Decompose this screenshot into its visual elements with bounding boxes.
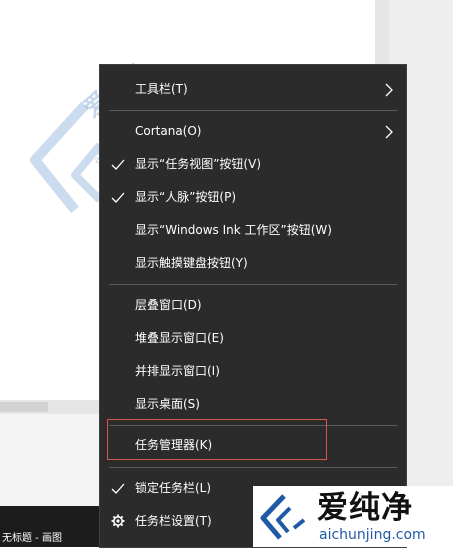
taskbar-window-button[interactable]: 无标题 - 画图 (0, 530, 64, 547)
menu-item-label: 显示桌面(S) (135, 397, 200, 411)
menu-item-side-by-side-windows[interactable]: 并排显示窗口(I) (100, 355, 406, 388)
menu-item-label: Cortana(O) (135, 124, 202, 138)
chevron-right-icon (385, 125, 393, 139)
menu-item-label: 层叠窗口(D) (135, 298, 202, 312)
watermark-badge-url: aichunjing.com (319, 527, 426, 543)
menu-item-label: 锁定任务栏(L) (135, 481, 212, 495)
menu-separator (109, 467, 397, 468)
menu-item-show-task-view[interactable]: 显示“任务视图”按钮(V) (100, 148, 406, 181)
checkmark-icon (111, 483, 125, 494)
menu-item-show-windows-ink[interactable]: 显示“Windows Ink 工作区”按钮(W) (100, 214, 406, 247)
menu-item-label: 工具栏(T) (135, 82, 188, 96)
menu-item-show-touch-keyboard[interactable]: 显示触摸键盘按钮(Y) (100, 247, 406, 280)
watermark-badge-title: 爱纯净 (317, 490, 413, 526)
watermark-badge: 爱纯净 aichunjing.com (253, 486, 453, 547)
menu-item-show-desktop[interactable]: 显示桌面(S) (100, 388, 406, 421)
menu-item-label: 显示触摸键盘按钮(Y) (135, 256, 248, 270)
menu-item-label: 并排显示窗口(I) (135, 364, 220, 378)
chevron-right-icon (385, 83, 393, 97)
checkmark-icon (111, 192, 125, 203)
menu-item-label: 显示“人脉”按钮(P) (135, 190, 237, 204)
menu-item-show-people[interactable]: 显示“人脉”按钮(P) (100, 181, 406, 214)
gear-icon (111, 514, 125, 528)
menu-item-label: 堆叠显示窗口(E) (135, 331, 224, 345)
highlight-annotation-box (107, 419, 327, 460)
menu-item-label: 显示“任务视图”按钮(V) (135, 157, 262, 171)
menu-separator (109, 284, 397, 285)
menu-separator (109, 110, 397, 111)
menu-item-cascade-windows[interactable]: 层叠窗口(D) (100, 289, 406, 322)
horizontal-scrollbar-thumb[interactable] (0, 402, 48, 412)
menu-item-toolbars[interactable]: 工具栏(T) (100, 73, 406, 106)
menu-item-label: 显示“Windows Ink 工作区”按钮(W) (135, 223, 332, 237)
menu-item-cortana[interactable]: Cortana(O) (100, 115, 406, 148)
taskbar-context-menu: 工具栏(T) Cortana(O) 显示“任务视图”按钮(V) 显示“人脉”按钮… (99, 64, 407, 548)
checkmark-icon (111, 159, 125, 170)
watermark-logo-icon (260, 494, 306, 540)
menu-item-stack-windows[interactable]: 堆叠显示窗口(E) (100, 322, 406, 355)
menu-item-label: 任务栏设置(T) (135, 514, 212, 528)
